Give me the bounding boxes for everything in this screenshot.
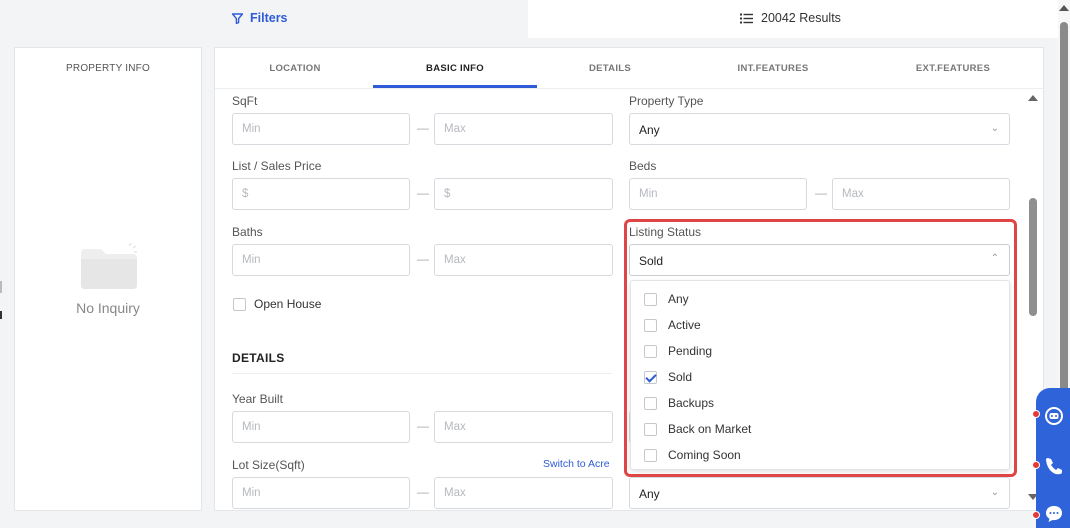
- list-icon: [740, 13, 753, 23]
- property-type-label: Property Type: [629, 94, 704, 108]
- sqft-min-input[interactable]: Min: [232, 113, 410, 145]
- tab-ext-features[interactable]: EXT.FEATURES: [903, 63, 1003, 74]
- notification-dot: [1032, 410, 1040, 418]
- year-built-label: Year Built: [232, 392, 283, 406]
- sqft-max-input[interactable]: Max: [434, 113, 613, 145]
- results-button[interactable]: 20042 Results: [528, 0, 1058, 38]
- range-dash: —: [417, 419, 429, 433]
- details-section-title: DETAILS: [232, 351, 285, 365]
- notification-dot: [1032, 461, 1040, 469]
- notification-dot: [1032, 511, 1040, 519]
- range-dash: —: [417, 485, 429, 499]
- baths-max-input[interactable]: Max: [434, 244, 613, 276]
- tab-location[interactable]: LOCATION: [245, 63, 345, 74]
- range-dash: —: [417, 186, 429, 200]
- beds-max-placeholder: Max: [842, 188, 864, 200]
- price-max-input[interactable]: $: [434, 178, 613, 210]
- phone-icon[interactable]: [1043, 455, 1065, 477]
- lot-size-max-input[interactable]: Max: [434, 477, 613, 509]
- property-info-title: PROPERTY INFO: [66, 63, 150, 74]
- sqft-min-placeholder: Min: [242, 123, 261, 135]
- filters-button[interactable]: Filters: [0, 0, 528, 38]
- lot-size-label: Lot Size(Sqft): [232, 458, 305, 472]
- sqft-max-placeholder: Max: [444, 123, 466, 135]
- beds-min-placeholder: Min: [639, 188, 658, 200]
- sqft-label: SqFt: [232, 94, 258, 108]
- bottom-select-value: Any: [639, 487, 660, 501]
- switch-to-acre-link[interactable]: Switch to Acre: [543, 458, 610, 470]
- baths-min-placeholder: Min: [242, 254, 261, 266]
- lot-size-min-input[interactable]: Min: [232, 477, 410, 509]
- price-min-placeholder: $: [242, 188, 249, 200]
- lot-size-min-placeholder: Min: [242, 487, 261, 499]
- page-scroll-up-icon[interactable]: [1059, 5, 1069, 11]
- filters-label: Filters: [250, 11, 288, 25]
- top-bar: Filters 20042 Results: [0, 0, 1058, 38]
- message-icon[interactable]: [1043, 503, 1065, 525]
- year-built-max-placeholder: Max: [444, 421, 466, 433]
- lot-size-max-placeholder: Max: [444, 487, 466, 499]
- baths-min-input[interactable]: Min: [232, 244, 410, 276]
- chevron-down-icon: ⌄: [990, 123, 999, 134]
- results-count: 20042 Results: [761, 11, 841, 25]
- listing-status-highlight: [624, 219, 1017, 477]
- price-min-input[interactable]: $: [232, 178, 410, 210]
- price-max-placeholder: $: [444, 188, 451, 200]
- baths-max-placeholder: Max: [444, 254, 466, 266]
- beds-min-input[interactable]: Min: [629, 178, 807, 210]
- beds-label: Beds: [629, 159, 657, 173]
- property-type-value: Any: [639, 123, 660, 137]
- inner-scrollbar-thumb[interactable]: [1029, 198, 1037, 316]
- tab-int-features[interactable]: INT.FEATURES: [723, 63, 823, 74]
- year-built-max-input[interactable]: Max: [434, 411, 613, 443]
- baths-label: Baths: [232, 225, 263, 239]
- active-tab-indicator: [373, 85, 537, 88]
- range-dash: —: [815, 186, 827, 200]
- range-dash: —: [417, 121, 429, 135]
- property-info-panel: PROPERTY INFO No Inquiry: [14, 47, 202, 511]
- property-type-select[interactable]: Any ⌄: [629, 113, 1010, 145]
- bottom-select[interactable]: Any ⌄: [629, 477, 1010, 509]
- no-inquiry-text: No Inquiry: [76, 300, 140, 316]
- open-house-label: Open House: [254, 297, 322, 311]
- range-dash: —: [417, 252, 429, 266]
- edge-artifact: [0, 311, 2, 319]
- year-built-min-input[interactable]: Min: [232, 411, 410, 443]
- filter-icon: [232, 12, 243, 24]
- year-built-min-placeholder: Min: [242, 421, 261, 433]
- chatbot-icon[interactable]: [1043, 405, 1065, 427]
- chevron-down-icon: ⌄: [990, 487, 999, 498]
- tab-basic-info[interactable]: BASIC INFO: [405, 63, 505, 74]
- open-house-checkbox[interactable]: [233, 298, 246, 311]
- scroll-up-arrow-icon[interactable]: [1028, 95, 1038, 101]
- edge-artifact: [0, 281, 2, 293]
- tab-details[interactable]: DETAILS: [560, 63, 660, 74]
- price-label: List / Sales Price: [232, 159, 322, 173]
- section-divider: [232, 373, 612, 374]
- beds-max-input[interactable]: Max: [832, 178, 1010, 210]
- filter-tabs: LOCATION BASIC INFO DETAILS INT.FEATURES…: [215, 48, 1043, 89]
- folder-icon: [81, 243, 137, 289]
